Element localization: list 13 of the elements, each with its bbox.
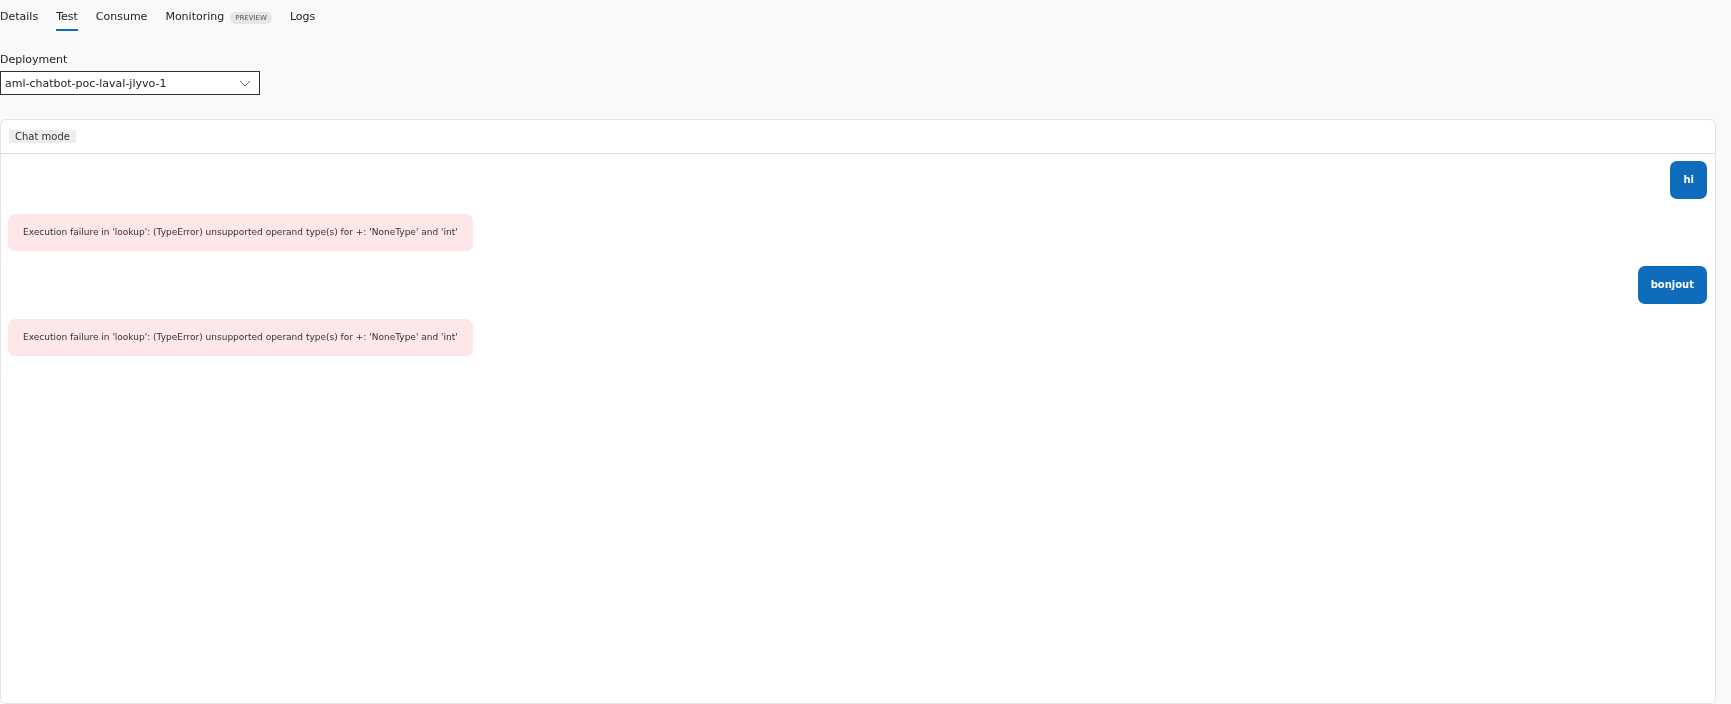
tab[interactable]: Consume	[95, 8, 148, 31]
error-message: Execution failure in 'lookup': (TypeError) unsupported operand type(s) for +: 'NoneType' and 'int'	[8, 319, 473, 356]
user-message: hi	[1670, 161, 1707, 199]
error-message: Execution failure in 'lookup': (TypeError) unsupported operand type(s) for +: 'NoneType' and 'int'	[8, 214, 473, 251]
field-label: Deployment	[0, 53, 69, 66]
chat-mode-label: Chat mode	[9, 130, 76, 143]
deployment-dropdown[interactable]: aml-chatbot-poc-laval-jlyvo-1	[0, 71, 260, 95]
chevron-down-icon	[239, 79, 251, 87]
user-message: bonjout	[1637, 266, 1707, 304]
tab[interactable]: Logs	[289, 8, 316, 31]
tab[interactable]: Test	[56, 8, 78, 31]
tab[interactable]: Monitoring	[165, 8, 225, 31]
tab[interactable]: Details	[0, 8, 39, 31]
